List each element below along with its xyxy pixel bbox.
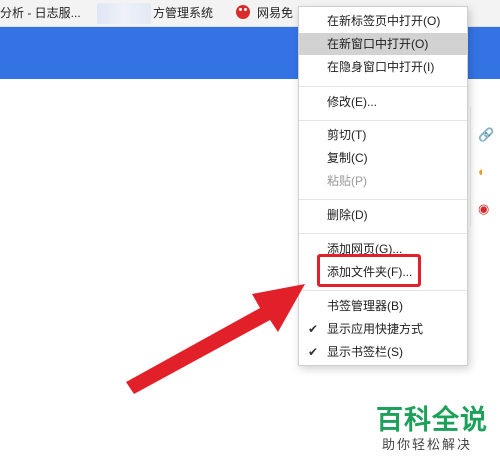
bookmark-label: 网易免	[257, 6, 294, 20]
panel-divider	[470, 107, 471, 227]
bookmark-item-netease[interactable]: 网易免	[236, 0, 293, 27]
menu-item-bookmark-manager[interactable]: 书签管理器(B)	[299, 295, 467, 317]
menu-item-label: 显示应用快捷方式	[327, 322, 424, 336]
menu-item-open-new-window[interactable]: 在新窗口中打开(O)	[299, 33, 467, 55]
blurred-bookmark-icon	[97, 3, 151, 24]
menu-item-label: 显示书签栏(S)	[327, 345, 403, 359]
highlight-box	[317, 254, 421, 287]
menu-separator	[299, 233, 467, 234]
app-icon-red[interactable]: ◉	[478, 202, 494, 216]
bookmark-item-management-system[interactable]: 方管理系统	[153, 0, 213, 27]
watermark-logo: 百科全说 助你轻松解决	[372, 398, 492, 460]
bookmark-context-menu: 在新标签页中打开(O) 在新窗口中打开(O) 在隐身窗口中打开(I) 修改(E)…	[298, 6, 468, 366]
menu-separator	[299, 120, 467, 121]
menu-item-copy[interactable]: 复制(C)	[299, 147, 467, 169]
menu-item-show-bookmarks-bar[interactable]: ✔ 显示书签栏(S)	[299, 341, 467, 363]
menu-item-open-new-tab[interactable]: 在新标签页中打开(O)	[299, 10, 467, 32]
bookmark-item-log-analysis[interactable]: 分析 - 日志服...	[0, 0, 81, 27]
watermark-subtitle: 助你轻松解决	[382, 437, 473, 452]
netease-octopus-icon	[236, 5, 250, 19]
bookmark-label: 方管理系统	[153, 6, 214, 20]
checkmark-icon: ✔	[308, 322, 319, 336]
menu-item-edit[interactable]: 修改(E)...	[299, 91, 467, 113]
app-icon-orange[interactable]: ◐	[478, 165, 494, 179]
menu-separator	[299, 86, 467, 87]
menu-item-show-apps-shortcut[interactable]: ✔ 显示应用快捷方式	[299, 318, 467, 340]
bookmark-label: 分析 - 日志服...	[0, 6, 81, 20]
menu-separator	[299, 290, 467, 291]
red-arrow-shape	[126, 284, 305, 394]
link-icon[interactable]: 🔗	[478, 128, 494, 142]
menu-separator	[299, 199, 467, 200]
menu-item-delete[interactable]: 删除(D)	[299, 204, 467, 226]
menu-item-cut[interactable]: 剪切(T)	[299, 124, 467, 146]
menu-item-open-incognito[interactable]: 在隐身窗口中打开(I)	[299, 56, 467, 78]
menu-item-paste: 粘贴(P)	[327, 174, 367, 188]
checkmark-icon: ✔	[308, 345, 319, 359]
watermark-title: 百科全说	[376, 405, 488, 436]
